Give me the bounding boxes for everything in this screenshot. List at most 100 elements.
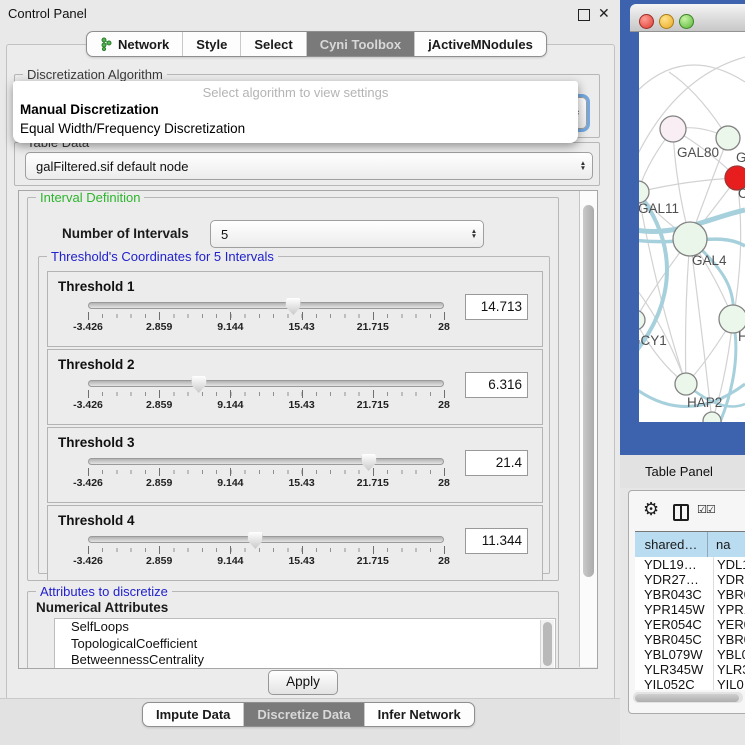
combo-arrows-icon: ▲▼ [574,161,592,171]
threshold-2-value-field[interactable]: 6.316 [465,372,528,398]
table-row[interactable]: YBL079WYBL0 [635,647,745,662]
svg-text:GA: GA [736,150,745,165]
threshold-2-panel: Threshold 2 -3.4262.8599.14415.4321.7152… [47,349,543,425]
threshold-4-panel: Threshold 4 -3.4262.8599.14415.4321.7152… [47,505,543,581]
svg-text:GAL11: GAL11 [639,201,679,216]
slider-track[interactable] [88,458,444,465]
thresholds-group-title: Threshold's Coordinates for 5 Intervals [47,249,278,264]
network-window-titlebar[interactable] [630,4,745,32]
attributes-list-scrollbar[interactable] [540,620,554,669]
tab-network[interactable]: Network [87,32,183,56]
select-columns-checkboxes-icon[interactable]: ☑☑ [697,503,715,516]
apply-button[interactable]: Apply [268,670,338,695]
option-equal-width-frequency[interactable]: Equal Width/Frequency Discretization [20,121,245,136]
desktop-background [620,0,630,455]
discretization-algorithm-group-title: Discretization Algorithm [23,67,167,82]
svg-text:HAP2: HAP2 [687,395,722,410]
network-icon [100,37,113,51]
threshold-1-value-field[interactable]: 14.713 [465,294,528,320]
svg-text:H: H [738,329,745,344]
tab-impute-data[interactable]: Impute Data [143,703,244,726]
option-manual-discretization[interactable]: Manual Discretization [20,102,159,117]
interval-definition-title: Interval Definition [36,190,144,205]
table-panel-header: Table Panel [620,455,745,488]
table-header-row: shared… na [635,531,745,558]
close-icon[interactable]: ✕ [598,5,610,22]
slider-ticks [88,468,444,476]
top-tab-bar: Network Style Select Cyni Toolbox jActiv… [86,31,547,57]
slider-ticks [88,390,444,398]
number-of-intervals-combobox[interactable]: 5 ▲▼ [210,220,484,248]
slider-tick-labels: -3.4262.8599.14415.4321.71528 [88,554,444,567]
app-root: Control Panel ✕ Network Style Select Cyn… [0,0,745,745]
table-body: YDL19…YDL1 YDR27…YDR2 YBR043CYBR0 YPR145… [635,557,745,690]
table-row[interactable]: YDL19…YDL1 [635,557,745,572]
table-row[interactable]: YLR345WYLR3 [635,662,745,677]
threshold-3-slider[interactable]: -3.4262.8599.14415.4321.71528 [88,458,444,489]
zoom-traffic-light[interactable] [679,14,694,29]
threshold-1-slider[interactable]: -3.4262.8599.14415.4321.71528 [88,302,444,333]
combo-arrows-icon: ▲▼ [465,229,483,239]
algorithm-prompt: Select algorithm to view settings [13,85,578,100]
table-panel-title: Table Panel [645,464,713,479]
minimize-traffic-light[interactable] [659,14,674,29]
attributes-group-title: Attributes to discretize [36,584,172,599]
threshold-2-slider[interactable]: -3.4262.8599.14415.4321.71528 [88,380,444,411]
threshold-1-panel: Threshold 1 -3.4262.8599.14415.4321.7152… [47,271,543,347]
tab-select[interactable]: Select [241,32,306,56]
slider-tick-labels: -3.4262.8599.14415.4321.71528 [88,398,444,411]
attributes-group: Attributes to discretize Numerical Attri… [27,591,559,669]
threshold-3-label: Threshold 3 [58,435,135,450]
slider-ticks [88,546,444,554]
slider-track[interactable] [88,536,444,543]
threshold-2-label: Threshold 2 [58,357,135,372]
slider-ticks [88,312,444,320]
tab-infer-network[interactable]: Infer Network [365,703,474,726]
svg-text:GAL80: GAL80 [677,145,719,160]
close-traffic-light[interactable] [639,14,654,29]
table-row[interactable]: YPR145WYPR1 [635,602,745,617]
number-of-intervals-label: Number of Intervals [62,226,189,241]
svg-text:GAL4: GAL4 [692,253,727,268]
bottom-tab-bar: Impute Data Discretize Data Infer Networ… [142,702,475,727]
threshold-4-slider[interactable]: -3.4262.8599.14415.4321.71528 [88,536,444,567]
columns-icon[interactable] [673,504,689,521]
list-item-betweennesscentrality[interactable]: BetweennessCentrality [55,652,555,669]
network-window: GAL80 GA C GAL11 GAL4 GCY1 H HAP2 [630,0,745,455]
tab-jactivemnodules[interactable]: jActiveMNodules [415,32,546,56]
threshold-4-value-field[interactable]: 11.344 [465,528,528,554]
column-header-name[interactable]: na [708,532,745,557]
table-row[interactable]: YBR043CYBR0 [635,587,745,602]
threshold-3-panel: Threshold 3 -3.4262.8599.14415.4321.7152… [47,427,543,503]
table-data-combobox[interactable]: galFiltered.sif default node ▲▼ [25,152,593,180]
svg-text:GCY1: GCY1 [639,333,667,348]
threshold-3-value-field[interactable]: 21.4 [465,450,528,476]
settings-scrollbar[interactable] [579,191,597,667]
interval-definition-group: Interval Definition Number of Intervals … [27,197,559,581]
table-data-group: Table Data galFiltered.sif default node … [14,142,600,186]
tab-style[interactable]: Style [183,32,241,56]
threshold-1-label: Threshold 1 [58,279,135,294]
table-row[interactable]: YER054CYER0 [635,617,745,632]
tab-discretize-data[interactable]: Discretize Data [244,703,364,726]
list-item-selfloops[interactable]: SelfLoops [55,619,555,636]
svg-text:C: C [738,186,745,201]
table-horizontal-scrollbar[interactable] [633,692,743,703]
float-window-icon[interactable] [578,9,590,21]
slider-track[interactable] [88,380,444,387]
table-horizontal-scrollbar-thumb[interactable] [635,694,739,702]
gear-icon[interactable]: ⚙ [643,499,659,520]
slider-tick-labels: -3.4262.8599.14415.4321.71528 [88,476,444,489]
slider-track[interactable] [88,302,444,309]
control-panel-title: Control Panel [8,6,87,21]
table-row[interactable]: YBR045CYBR0 [635,632,745,647]
tab-network-label: Network [118,37,169,52]
table-panel-region: Table Panel ⚙ ☑☑ shared… na YDL19…YDL1 Y… [620,455,745,745]
list-item-topologicalcoefficient[interactable]: TopologicalCoefficient [55,636,555,653]
network-canvas[interactable]: GAL80 GA C GAL11 GAL4 GCY1 H HAP2 [639,32,745,422]
column-header-shared-name[interactable]: shared… [635,532,708,557]
table-row[interactable]: YDR27…YDR2 [635,572,745,587]
table-row[interactable]: YIL052CYIL0 [635,677,745,690]
settings-scrollbar-thumb[interactable] [583,205,594,577]
tab-cyni-toolbox[interactable]: Cyni Toolbox [307,32,415,56]
